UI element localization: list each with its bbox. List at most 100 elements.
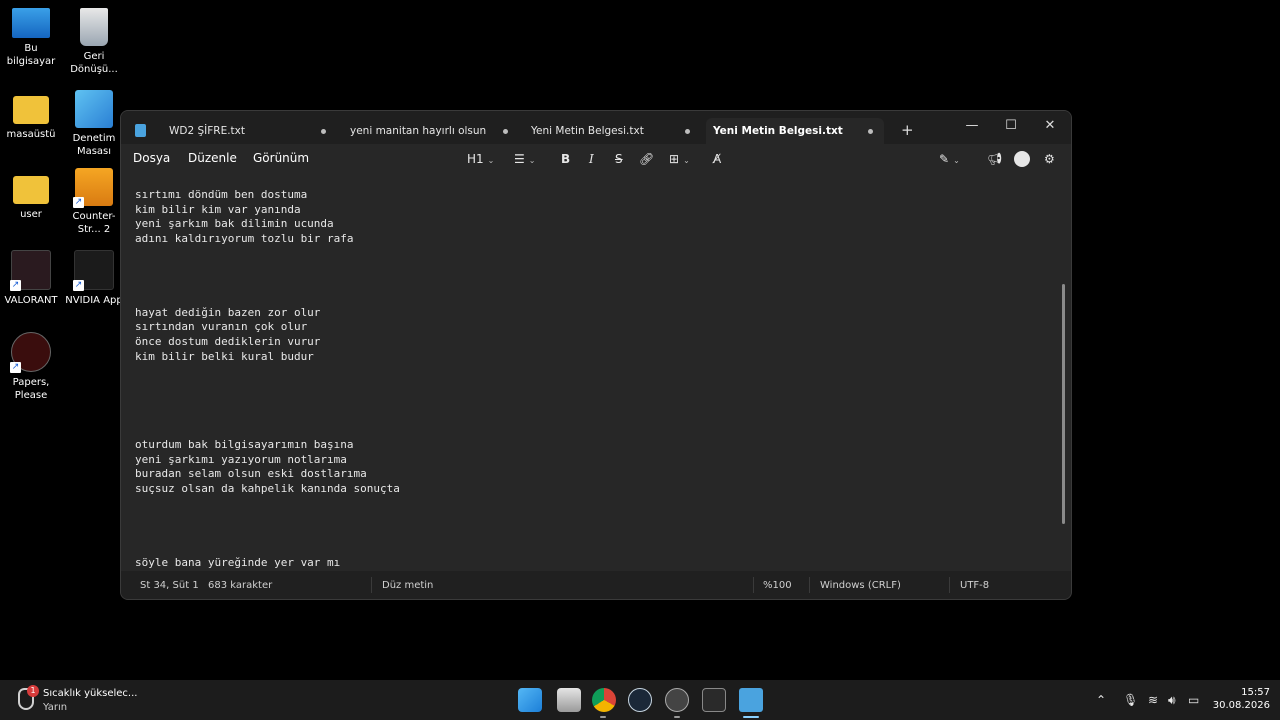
status-divider — [753, 577, 754, 593]
desktop-icon-label: Papers, Please — [12, 377, 50, 401]
tab-wd2-sifre[interactable]: WD2 ŞİFRE.txt — [121, 118, 336, 144]
editor-line: suçsuz olsan da kahpelik kanında sonuçta — [135, 482, 400, 495]
copilot-icon: ✎ — [939, 152, 950, 166]
clear-formatting-icon[interactable]: A̸ — [713, 150, 721, 168]
copilot-dropdown[interactable]: ✎ ⌄ — [939, 150, 960, 168]
chevron-up-icon[interactable]: ⌃ — [1096, 693, 1106, 707]
running-indicator — [600, 716, 606, 718]
notepad-icon[interactable] — [739, 688, 763, 712]
epic-games-icon[interactable] — [702, 688, 726, 712]
start-icon[interactable] — [518, 688, 542, 712]
menu-view[interactable]: Görünüm — [253, 151, 309, 165]
discord-icon[interactable] — [665, 688, 689, 712]
tab-yeni-manitan[interactable]: yeni manitan hayırlı olsun — [336, 118, 516, 144]
gear-icon[interactable]: ⚙ — [1044, 150, 1055, 168]
link-icon[interactable]: 🔗︎ — [639, 150, 654, 168]
active-indicator — [743, 716, 759, 718]
strikethrough-button[interactable]: S — [615, 150, 623, 168]
unsaved-dot-icon — [321, 129, 326, 134]
tab-label: Yeni Metin Belgesi.txt — [531, 125, 644, 137]
desktop-icon-papers-please[interactable]: ↗ Papers, Please — [0, 332, 62, 402]
desktop-icon-label: Counter-Str... 2 — [72, 211, 116, 235]
account-icon[interactable] — [1014, 151, 1030, 167]
close-button[interactable]: ✕ — [1030, 115, 1070, 137]
editor-line: sırtından vuranın çok olur — [135, 320, 308, 334]
minimize-button[interactable]: — — [952, 115, 992, 137]
text-format[interactable]: Düz metin — [382, 580, 433, 591]
unsaved-dot-icon — [868, 129, 873, 134]
tab-yeni-metin-belgesi-active[interactable]: Yeni Metin Belgesi.txt — [706, 118, 884, 144]
table-dropdown[interactable]: ⊞ ⌄ — [669, 150, 690, 168]
editor-line: kim bilir kim var yanında — [135, 202, 301, 216]
taskbar: 1 Sıcaklık yükselec... Yarın ⌃ 🎙︎ ≋ 🔊︎ ▭… — [0, 680, 1280, 720]
unsaved-dot-icon — [685, 129, 690, 134]
counter-strike-icon: ↗ — [73, 168, 113, 208]
text-editor[interactable]: sırtımı döndüm ben dostuma kim bilir kim … — [121, 174, 1071, 571]
line-ending[interactable]: Windows (CRLF) — [820, 580, 901, 591]
editor-line: sırtımı döndüm ben dostuma — [135, 188, 308, 201]
character-count: 683 karakter — [208, 580, 273, 591]
user-folder-icon — [13, 176, 49, 204]
desktop-icon-label: masaüstü — [6, 129, 56, 140]
volume-icon[interactable]: 🔊︎ — [1168, 693, 1176, 708]
weather-widget[interactable]: 1 Sıcaklık yükselec... Yarın — [4, 684, 137, 716]
italic-button[interactable]: I — [589, 150, 594, 168]
zoom-level[interactable]: %100 — [763, 580, 792, 591]
chevron-down-icon: ⌄ — [487, 156, 495, 165]
vertical-scrollbar[interactable] — [1062, 284, 1065, 524]
chevron-down-icon: ⌄ — [683, 156, 690, 165]
desktop-icon-this-pc[interactable]: Bu bilgisayar — [0, 8, 62, 68]
status-divider — [371, 577, 372, 593]
steam-icon[interactable] — [628, 688, 652, 712]
control-panel-icon — [75, 90, 113, 128]
file-explorer-icon[interactable] — [557, 688, 581, 712]
new-tab-button[interactable]: + — [901, 123, 914, 138]
desktop-icon-label: VALORANT — [4, 295, 58, 306]
maximize-button[interactable]: ☐ — [991, 115, 1031, 137]
battery-icon[interactable]: ▭ — [1188, 693, 1199, 707]
shortcut-arrow-icon: ↗ — [73, 197, 84, 208]
desktop-icon-label: Geri Dönüşü... — [70, 51, 118, 75]
desktop-icon-masaustu[interactable]: masaüstü — [0, 92, 62, 141]
desktop-icon-valorant[interactable]: ↗ VALORANT — [0, 250, 62, 307]
desktop-icon-user[interactable]: user — [0, 172, 62, 221]
encoding[interactable]: UTF-8 — [960, 580, 989, 591]
tab-label: WD2 ŞİFRE.txt — [169, 125, 246, 137]
shortcut-arrow-icon: ↗ — [10, 362, 21, 373]
list-dropdown[interactable]: ☰ ⌄ — [514, 150, 535, 168]
chrome-icon[interactable] — [592, 688, 616, 712]
menu-file[interactable]: Dosya — [133, 151, 170, 165]
desktop-icon-nvidia-app[interactable]: ↗ NVIDIA App — [63, 250, 125, 307]
list-icon: ☰ — [514, 152, 525, 166]
unsaved-dot-icon — [503, 129, 508, 134]
desktop-icon-counter-strike[interactable]: ↗ Counter-Str... 2 — [63, 168, 125, 236]
tab-yeni-metin-belgesi-1[interactable]: Yeni Metin Belgesi.txt — [516, 118, 696, 144]
editor-line: önce dostum dediklerin vurur — [135, 335, 321, 348]
bold-button[interactable]: B — [561, 150, 570, 168]
weather-subtitle: Yarın — [43, 702, 68, 713]
tab-label: yeni manitan hayırlı olsun — [350, 125, 487, 137]
chevron-down-icon: ⌄ — [528, 156, 536, 165]
running-indicator — [674, 716, 680, 718]
microphone-icon[interactable]: 🎙︎ — [1123, 693, 1138, 707]
desktop-icon-recycle-bin[interactable]: Geri Dönüşü... — [63, 8, 125, 76]
editor-line: hayat dediğin bazen zor olur — [135, 305, 321, 319]
megaphone-icon[interactable]: 📢︎ — [987, 150, 1002, 168]
desktop-icon-control-panel[interactable]: Denetim Masası — [63, 90, 125, 158]
clock-date: 30.08.2026 — [1212, 700, 1270, 711]
menu-edit[interactable]: Düzenle — [188, 151, 237, 165]
nvidia-icon: ↗ — [73, 250, 114, 291]
wifi-icon[interactable]: ≋ — [1148, 693, 1158, 707]
notification-badge: 1 — [27, 685, 39, 697]
desktop-icon-label: user — [20, 209, 42, 220]
recycle-bin-icon — [80, 8, 108, 46]
heading-dropdown[interactable]: H1 ⌄ — [467, 150, 494, 168]
status-divider — [949, 577, 950, 593]
menu-bar: Dosya Düzenle Görünüm H1 ⌄ ☰ ⌄ B I S 🔗︎ ⊞ ⌄… — [121, 144, 1071, 174]
clock[interactable]: 15:57 30.08.2026 — [1210, 686, 1270, 712]
editor-line: adını kaldırıyorum tozlu bir rafa — [135, 232, 354, 246]
cursor-position: St 34, Süt 1 — [140, 580, 199, 591]
status-divider — [809, 577, 810, 593]
shortcut-arrow-icon: ↗ — [73, 280, 84, 291]
desktop-icon-label: Denetim Masası — [72, 133, 116, 157]
